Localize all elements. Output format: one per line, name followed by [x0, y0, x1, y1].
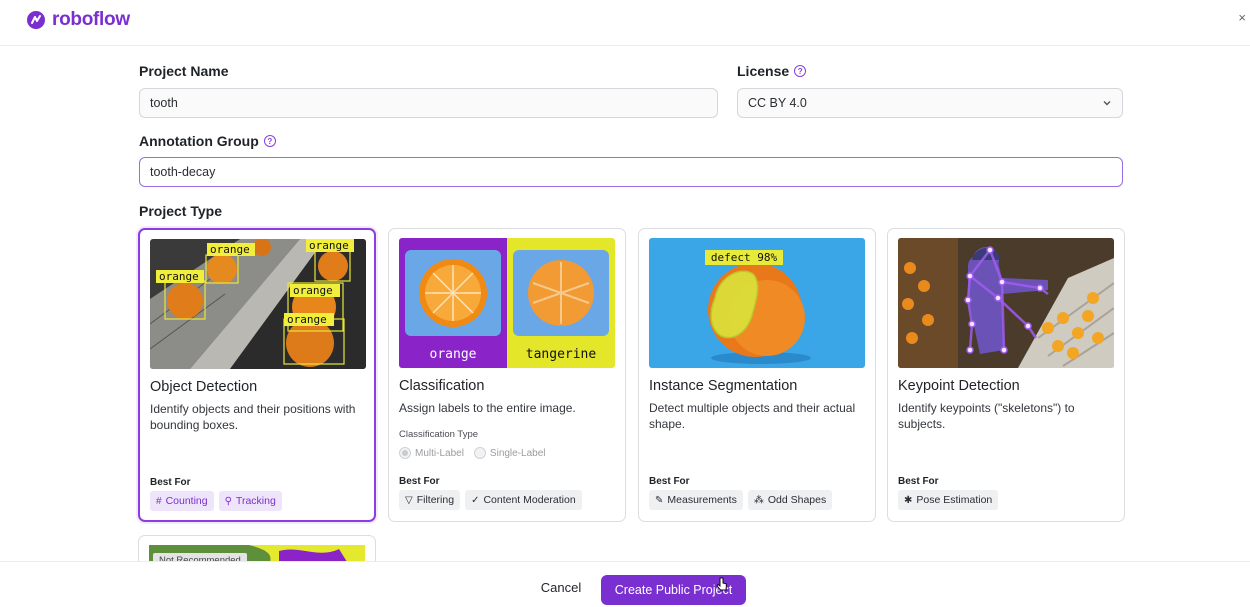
project-type-card-instance-segmentation[interactable]: defect 98% Instance Segmentation Detect … — [638, 228, 876, 522]
top-bar: roboflow × — [0, 0, 1250, 46]
card-description: Identify keypoints ("skeletons") to subj… — [898, 401, 1075, 431]
tag-measurements: ✎ Measurements — [649, 490, 743, 510]
annotation-group-input[interactable]: tooth-decay — [139, 157, 1123, 187]
filter-icon: ▽ — [405, 494, 413, 506]
tag-list: ✱ Pose Estimation — [898, 490, 999, 510]
logo-text: roboflow — [52, 9, 130, 30]
card-title: Keypoint Detection — [898, 378, 1020, 394]
ruler-icon: ✎ — [655, 494, 664, 506]
project-type-label: Project Type — [139, 203, 222, 219]
card-description: Assign labels to the entire image. — [399, 401, 576, 415]
radio-single-label[interactable]: Single-Label — [473, 447, 546, 459]
box-label: orange — [159, 270, 199, 283]
classification-image: orange tangerine — [399, 238, 615, 368]
annotation-group-label: Annotation Group ? — [139, 133, 276, 149]
tag-filtering: ▽ Filtering — [399, 490, 461, 510]
box-label: orange — [293, 284, 333, 297]
mouse-cursor-icon — [716, 577, 728, 591]
close-icon[interactable]: × — [1238, 10, 1246, 25]
defect-label: defect 98% — [711, 251, 778, 264]
tracking-icon: ⚲ — [224, 495, 232, 507]
tag-pose-estimation: ✱ Pose Estimation — [898, 490, 999, 510]
help-icon[interactable]: ? — [263, 135, 276, 147]
project-name-input[interactable]: tooth — [139, 88, 718, 118]
roboflow-logo-icon — [27, 11, 45, 29]
card-description: Detect multiple objects and their actual… — [649, 401, 856, 431]
radio-unselected-icon — [473, 447, 486, 459]
best-for-label: Best For — [898, 476, 939, 487]
help-icon[interactable]: ? — [794, 65, 807, 77]
tag-counting: # Counting — [150, 491, 214, 511]
cancel-button[interactable]: Cancel — [530, 575, 592, 599]
card-title: Classification — [399, 378, 485, 394]
shapes-icon: ⁂ — [753, 494, 764, 506]
project-type-card-classification[interactable]: orange tangerine Classification Assign l… — [388, 228, 626, 522]
project-type-card-keypoint-detection[interactable]: Keypoint Detection Identify keypoints ("… — [887, 228, 1125, 522]
class-label-tangerine: tangerine — [526, 347, 597, 362]
classification-type-radios: Multi-Label Single-Label — [399, 447, 546, 459]
box-label: orange — [210, 243, 250, 256]
check-icon: ✓ — [471, 494, 480, 506]
footer-bar: Cancel Create Public Project — [0, 561, 1250, 607]
radio-selected-icon — [399, 447, 411, 459]
tag-list: # Counting ⚲ Tracking — [150, 491, 282, 511]
license-label: License ? — [737, 63, 807, 79]
best-for-label: Best For — [150, 477, 191, 488]
tag-list: ▽ Filtering ✓ Content Moderation — [399, 490, 582, 510]
logo[interactable]: roboflow — [26, 9, 130, 31]
box-label: orange — [309, 239, 349, 252]
card-title: Instance Segmentation — [649, 378, 798, 394]
box-label: orange — [287, 313, 327, 326]
hash-icon: # — [156, 495, 162, 507]
class-label-orange: orange — [430, 347, 477, 362]
project-name-label: Project Name — [139, 63, 229, 79]
card-title: Object Detection — [150, 379, 258, 395]
tag-tracking: ⚲ Tracking — [218, 491, 282, 511]
license-select[interactable]: CC BY 4.0 — [737, 88, 1123, 118]
radio-multi-label[interactable]: Multi-Label — [399, 447, 464, 459]
best-for-label: Best For — [399, 476, 440, 487]
person-icon: ✱ — [904, 494, 913, 506]
chevron-down-icon — [1103, 101, 1111, 106]
tag-content-moderation: ✓ Content Moderation — [465, 490, 582, 510]
instance-segmentation-image: defect 98% — [649, 238, 865, 368]
object-detection-image: orange orange orange orange orange — [150, 239, 366, 369]
card-description: Identify objects and their positions wit… — [150, 402, 356, 432]
project-type-card-object-detection[interactable]: orange orange orange orange orange Objec… — [138, 228, 376, 522]
keypoint-detection-image — [898, 238, 1114, 368]
classification-type-label: Classification Type — [399, 429, 479, 440]
tag-odd-shapes: ⁂ Odd Shapes — [747, 490, 833, 510]
tag-list: ✎ Measurements ⁂ Odd Shapes — [649, 490, 833, 510]
best-for-label: Best For — [649, 476, 690, 487]
